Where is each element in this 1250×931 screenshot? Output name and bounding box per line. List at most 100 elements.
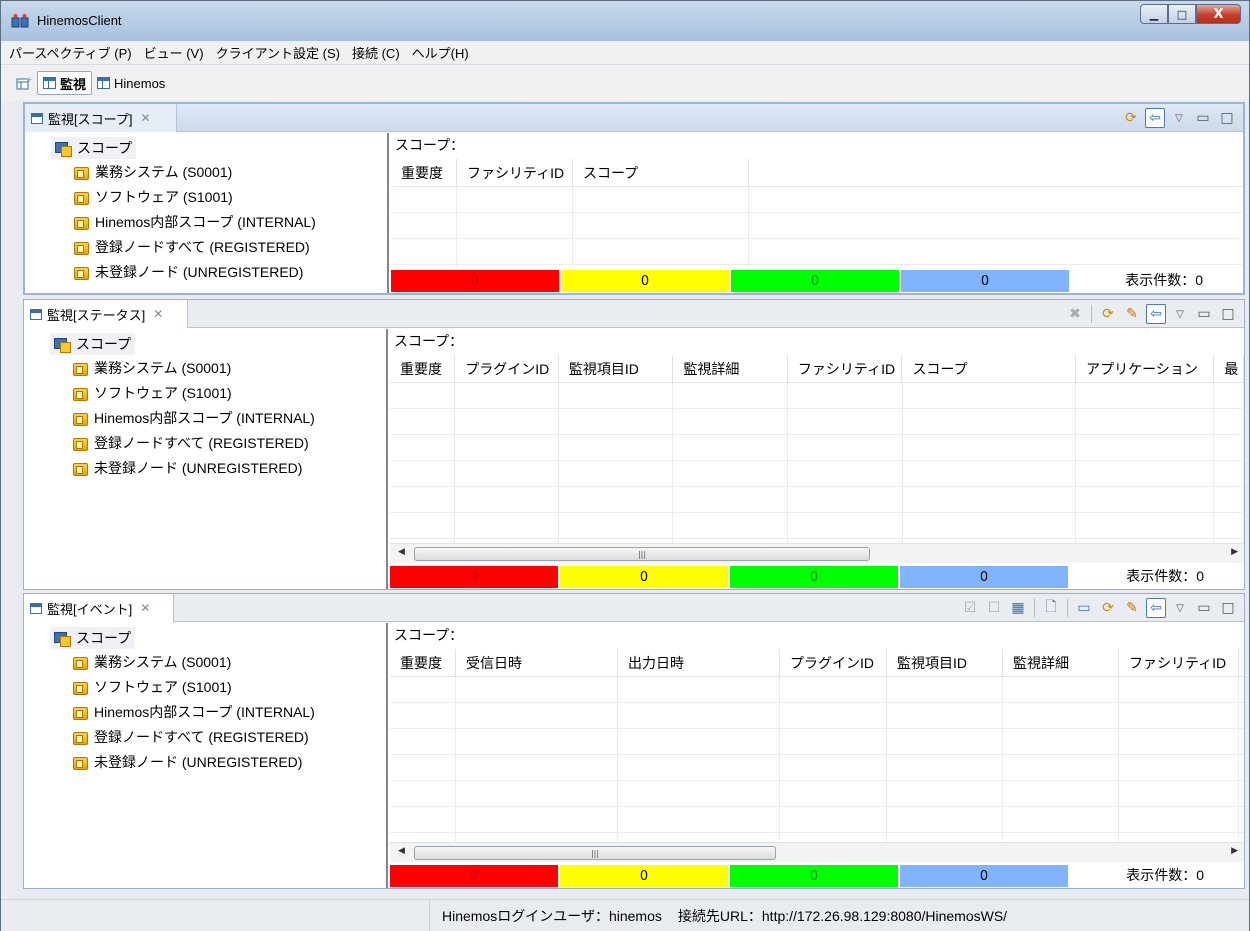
refresh-icon[interactable]: ⟳ <box>1098 304 1118 324</box>
scroll-right-icon[interactable]: ▶ <box>1231 547 1238 557</box>
refresh-icon[interactable]: ⟳ <box>1098 598 1118 618</box>
col-monitor-id[interactable]: 監視項目ID <box>559 355 674 383</box>
menu-connection[interactable]: 接続 (C) <box>352 43 408 62</box>
table-row[interactable] <box>390 703 1244 729</box>
close-button[interactable]: X <box>1196 4 1241 24</box>
open-perspective-button[interactable]: + <box>11 71 37 95</box>
table-row[interactable] <box>390 409 1244 435</box>
tree-item-internal[interactable]: Hinemos内部スコープ (INTERNAL) <box>73 209 387 234</box>
tree-item-internal[interactable]: Hinemos内部スコープ (INTERNAL) <box>72 405 386 430</box>
tree-item-business-system[interactable]: 業務システム (S0001) <box>72 355 386 380</box>
col-facility-id[interactable]: ファシリティID <box>1119 649 1239 677</box>
tree-item-business-system[interactable]: 業務システム (S0001) <box>73 159 387 184</box>
table-row[interactable] <box>390 383 1244 409</box>
scroll-right-icon[interactable]: ▶ <box>1231 846 1238 856</box>
table-row[interactable] <box>391 213 1243 239</box>
view-menu-icon[interactable]: ▽ <box>1170 598 1190 618</box>
table-row[interactable] <box>390 781 1244 807</box>
horizontal-scrollbar[interactable]: ◀ ||| ▶ <box>390 543 1244 563</box>
col-scope[interactable]: スコープ <box>573 159 749 187</box>
filter-icon[interactable]: ✎ <box>1122 304 1142 324</box>
tree-root-scope[interactable]: スコープ <box>51 137 137 159</box>
tree-item-registered[interactable]: 登録ノードすべて (REGISTERED) <box>72 724 386 749</box>
menu-client-settings[interactable]: クライアント設定 (S) <box>216 43 348 62</box>
col-priority[interactable]: 重要度 <box>391 159 457 187</box>
col-output-time[interactable]: 出力日時 <box>618 649 780 677</box>
tree-item-software[interactable]: ソフトウェア (S1001) <box>72 674 386 699</box>
horizontal-scrollbar[interactable]: ◀ ||| ▶ <box>390 842 1244 862</box>
unconfirm-check-icon[interactable]: ☐ <box>984 598 1004 618</box>
window-icon[interactable]: ▭ <box>1074 598 1094 618</box>
tree-item-unregistered[interactable]: 未登録ノード (UNREGISTERED) <box>72 749 386 774</box>
col-facility-id[interactable]: ファシリティID <box>788 355 903 383</box>
col-monitor-detail[interactable]: 監視詳細 <box>673 355 788 383</box>
event-table[interactable]: 重要度 受信日時 出力日時 プラグインID 監視項目ID 監視詳細 ファシリティ… <box>390 649 1244 862</box>
scroll-thumb[interactable]: ||| <box>414 846 776 860</box>
scope-table[interactable]: 重要度 ファシリティID スコープ <box>391 159 1243 267</box>
tab-event-view[interactable]: 監視[イベント] ✕ <box>24 594 174 622</box>
col-last[interactable]: 最 <box>1214 355 1244 383</box>
col-facility-id[interactable]: ファシリティID <box>457 159 573 187</box>
table-row[interactable] <box>391 187 1243 213</box>
tab-status-view[interactable]: 監視[ステータス] ✕ <box>24 300 188 328</box>
table-row[interactable] <box>390 487 1244 513</box>
maximize-view-icon[interactable]: □ <box>1218 598 1238 618</box>
tree-item-unregistered[interactable]: 未登録ノード (UNREGISTERED) <box>73 259 387 284</box>
tree-item-unregistered[interactable]: 未登録ノード (UNREGISTERED) <box>72 455 386 480</box>
col-application[interactable]: アプリケーション <box>1076 355 1215 383</box>
col-priority[interactable]: 重要度 <box>390 355 456 383</box>
perspective-monitor[interactable]: 監視 <box>37 71 93 95</box>
table-row[interactable] <box>390 755 1244 781</box>
col-received-time[interactable]: 受信日時 <box>456 649 618 677</box>
link-back-icon[interactable]: ⇦ <box>1146 304 1166 324</box>
minimize-view-icon[interactable]: ▭ <box>1193 108 1213 128</box>
confirm-check-icon[interactable]: ☑ <box>960 598 980 618</box>
view-menu-icon[interactable]: ▽ <box>1169 108 1189 128</box>
status-table[interactable]: 重要度 プラグインID 監視項目ID 監視詳細 ファシリティID スコープ アプ… <box>390 355 1244 563</box>
table-row[interactable] <box>390 729 1244 755</box>
scroll-left-icon[interactable]: ◀ <box>398 846 405 856</box>
close-tab-icon[interactable]: ✕ <box>140 111 150 125</box>
batch-confirm-icon[interactable]: ▦ <box>1008 598 1028 618</box>
minimize-view-icon[interactable]: ▭ <box>1194 598 1214 618</box>
maximize-view-icon[interactable]: □ <box>1218 304 1238 324</box>
close-tab-icon[interactable]: ✕ <box>140 601 150 615</box>
scroll-thumb[interactable]: ||| <box>414 547 870 561</box>
tree-item-business-system[interactable]: 業務システム (S0001) <box>72 649 386 674</box>
link-back-icon[interactable]: ⇦ <box>1146 598 1166 618</box>
table-row[interactable] <box>391 265 1243 267</box>
table-row[interactable] <box>390 807 1244 833</box>
col-monitor-id[interactable]: 監視項目ID <box>887 649 1003 677</box>
link-back-icon[interactable]: ⇦ <box>1145 108 1165 128</box>
col-scope[interactable]: スコープ <box>902 355 1077 383</box>
menu-help[interactable]: ヘルプ(H) <box>412 43 477 62</box>
view-menu-icon[interactable]: ▽ <box>1170 304 1190 324</box>
col-priority[interactable]: 重要度 <box>390 649 456 677</box>
menu-view[interactable]: ビュー (V) <box>144 43 212 62</box>
col-plugin-id[interactable]: プラグインID <box>780 649 887 677</box>
scroll-left-icon[interactable]: ◀ <box>398 547 405 557</box>
perspective-hinemos[interactable]: Hinemos <box>92 71 170 95</box>
tree-item-registered[interactable]: 登録ノードすべて (REGISTERED) <box>72 430 386 455</box>
table-row[interactable] <box>390 677 1244 703</box>
tree-item-internal[interactable]: Hinemos内部スコープ (INTERNAL) <box>72 699 386 724</box>
maximize-button[interactable]: □ <box>1168 4 1196 24</box>
maximize-view-icon[interactable]: □ <box>1217 108 1237 128</box>
table-row[interactable] <box>390 435 1244 461</box>
col-monitor-detail[interactable]: 監視詳細 <box>1003 649 1119 677</box>
filter-icon[interactable]: ✎ <box>1122 598 1142 618</box>
tree-item-software[interactable]: ソフトウェア (S1001) <box>73 184 387 209</box>
table-row[interactable] <box>390 461 1244 487</box>
menu-perspective[interactable]: パースペクティブ (P) <box>9 43 140 62</box>
minimize-view-icon[interactable]: ▭ <box>1194 304 1214 324</box>
refresh-icon[interactable]: ⟳ <box>1121 108 1141 128</box>
detail-icon[interactable]: 🗋 <box>1041 598 1061 618</box>
table-row[interactable] <box>391 239 1243 265</box>
close-tab-icon[interactable]: ✕ <box>153 307 163 321</box>
tree-root-scope[interactable]: スコープ <box>50 333 136 355</box>
minimize-button[interactable]: ▁ <box>1140 4 1168 24</box>
delete-icon[interactable]: ✖ <box>1065 304 1085 324</box>
tab-scope-view[interactable]: 監視[スコープ] ✕ <box>25 104 177 132</box>
tree-item-software[interactable]: ソフトウェア (S1001) <box>72 380 386 405</box>
col-plugin-id[interactable]: プラグインID <box>455 355 559 383</box>
